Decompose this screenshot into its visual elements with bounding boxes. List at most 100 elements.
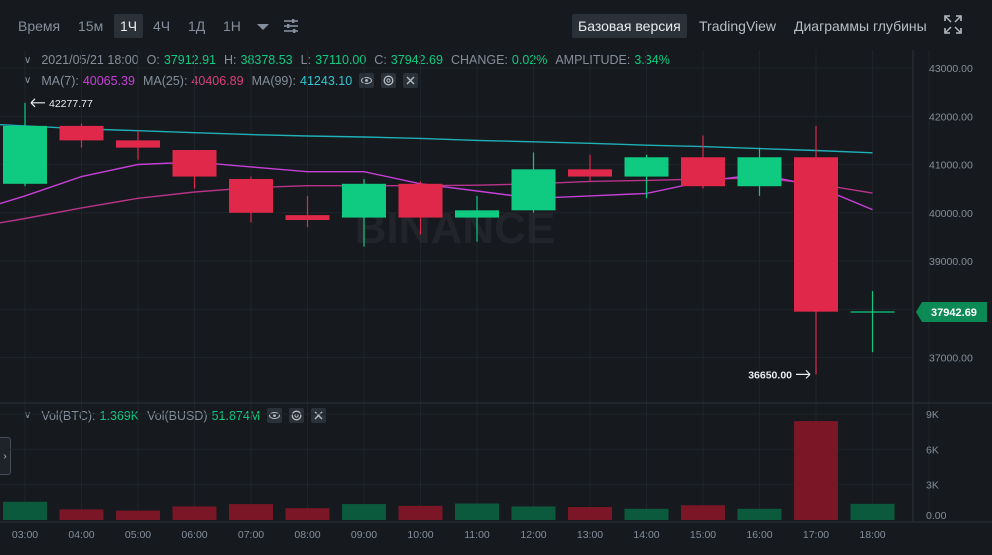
side-panel-toggle-button[interactable]: › xyxy=(0,437,11,475)
eye-icon[interactable] xyxy=(267,408,283,423)
view-tradingview-button[interactable]: TradingView xyxy=(699,14,776,38)
view-depth-button[interactable]: Диаграммы глубины xyxy=(794,14,927,38)
time-tick-label: 09:00 xyxy=(351,529,377,541)
vol-btc-value: 1.369K xyxy=(99,408,140,423)
interval-1w[interactable]: 1Н xyxy=(223,14,241,38)
volume-bar-0900 xyxy=(342,504,386,520)
price-tick-label: 37000.00 xyxy=(929,353,973,365)
ma25-value: 40406.89 xyxy=(191,73,244,88)
high-arrow-icon xyxy=(30,98,45,108)
ma7-line xyxy=(0,161,873,211)
volume-bar-1500 xyxy=(681,505,725,520)
volume-bar-1200 xyxy=(511,506,556,520)
candle-body xyxy=(59,125,104,141)
indicator-settings-icon[interactable] xyxy=(283,14,299,38)
collapse-chevron-icon[interactable]: ∨ xyxy=(24,75,31,86)
interval-4h[interactable]: 4Ч xyxy=(153,14,170,38)
view-basic-button[interactable]: Базовая версия xyxy=(572,14,687,38)
legend-low-value: 37110.00 xyxy=(315,53,367,67)
legend-change-value: 0.02% xyxy=(511,53,548,67)
volume-bar-0800 xyxy=(285,508,330,520)
candle-body xyxy=(681,157,725,187)
interval-1d[interactable]: 1Д xyxy=(188,14,205,38)
interval-time[interactable]: Время xyxy=(18,14,60,38)
candle-body xyxy=(172,150,217,177)
interval-1h[interactable]: 1Ч xyxy=(114,14,144,38)
candle-body xyxy=(794,157,838,312)
volume-bar-1400 xyxy=(624,508,669,520)
settings-icon[interactable] xyxy=(289,408,305,423)
low-arrow-icon xyxy=(796,369,811,379)
price-tick-label: 43000.00 xyxy=(929,63,973,75)
price-tick-label: 39000.00 xyxy=(929,256,973,268)
close-icon[interactable] xyxy=(403,73,419,88)
eye-icon[interactable] xyxy=(359,73,375,88)
volume-bar-0600 xyxy=(172,506,217,520)
last-price-label: 37942.69 xyxy=(931,307,977,319)
legend-change-label: CHANGE: xyxy=(450,53,508,67)
volume-bar-0400 xyxy=(59,509,104,520)
volume-tick-label: 0.00 xyxy=(926,510,947,522)
volume-bar-1700 xyxy=(794,421,838,520)
candle-body xyxy=(568,169,612,177)
binance-watermark: BINANCE xyxy=(355,204,555,253)
ma25-label: MA(25): xyxy=(142,73,188,88)
ma7-value: 40065.39 xyxy=(82,73,135,88)
toolbar: Время 15м 1Ч 4Ч 1Д 1Н Базовая версия Tra… xyxy=(0,0,992,50)
high-price-label: 42277.77 xyxy=(49,98,93,110)
time-tick-label: 17:00 xyxy=(803,529,829,541)
time-tick-label: 12:00 xyxy=(520,529,546,541)
legend-high-value: 38378.53 xyxy=(240,53,293,67)
volume-legend: ∨ Vol(BTC): 1.369K Vol(BUSD) 51.874M xyxy=(24,408,327,423)
volume-tick-label: 9K xyxy=(926,409,939,421)
volume-bar-1000 xyxy=(398,505,443,520)
time-tick-label: 11:00 xyxy=(464,529,490,541)
settings-icon[interactable] xyxy=(381,73,397,88)
collapse-chevron-icon[interactable]: ∨ xyxy=(24,55,31,66)
price-tick-label: 41000.00 xyxy=(929,160,973,172)
time-tick-label: 18:00 xyxy=(859,529,885,541)
volume-bar-1600 xyxy=(737,508,782,520)
volume-bar-0700 xyxy=(229,504,273,520)
ma99-label: MA(99): xyxy=(251,73,297,88)
legend-close-label: C: xyxy=(374,53,387,67)
fullscreen-icon[interactable] xyxy=(944,15,962,39)
time-tick-label: 03:00 xyxy=(12,529,38,541)
time-tick-label: 15:00 xyxy=(690,529,716,541)
legend-date: 2021/05/21 18:00 xyxy=(41,53,139,67)
legend-open-value: 37912.91 xyxy=(163,53,216,67)
ma99-line xyxy=(0,124,873,154)
time-tick-label: 16:00 xyxy=(746,529,772,541)
last-price-tag xyxy=(916,302,987,323)
candle-body xyxy=(511,169,556,211)
more-intervals-dropdown-icon[interactable] xyxy=(256,14,270,38)
candle-1600 xyxy=(737,147,782,196)
time-tick-label: 08:00 xyxy=(294,529,320,541)
candle-1700 xyxy=(794,125,838,375)
candle-body xyxy=(398,183,443,218)
candle-body xyxy=(624,157,669,177)
close-icon[interactable] xyxy=(311,408,327,423)
legend-low-label: L: xyxy=(300,53,312,67)
volume-tick-label: 3K xyxy=(926,480,939,492)
collapse-chevron-icon[interactable]: ∨ xyxy=(24,410,31,421)
vol-btc-label: Vol(BTC): xyxy=(41,408,96,423)
time-tick-label: 07:00 xyxy=(238,529,264,541)
volume-bar-1300 xyxy=(568,507,612,520)
candle-1400 xyxy=(624,154,669,199)
candle-0400 xyxy=(59,123,104,148)
volume-bar-0300 xyxy=(3,501,47,520)
time-tick-label: 13:00 xyxy=(577,529,603,541)
ohlc-legend: ∨ 2021/05/21 18:00 O: 37912.91 H: 38378.… xyxy=(24,53,670,67)
time-tick-label: 04:00 xyxy=(68,529,94,541)
candle-0700 xyxy=(229,176,273,223)
candle-0300 xyxy=(3,102,47,187)
volume-bar-1800 xyxy=(850,503,895,520)
interval-15m[interactable]: 15м xyxy=(78,14,103,38)
candle-body xyxy=(3,125,47,184)
candle-1200 xyxy=(511,152,556,213)
volume-tick-label: 6K xyxy=(926,444,939,456)
legend-close-value: 37942.69 xyxy=(390,53,443,67)
price-tick-label: 42000.00 xyxy=(929,111,973,123)
legend-high-label: H: xyxy=(224,53,237,67)
